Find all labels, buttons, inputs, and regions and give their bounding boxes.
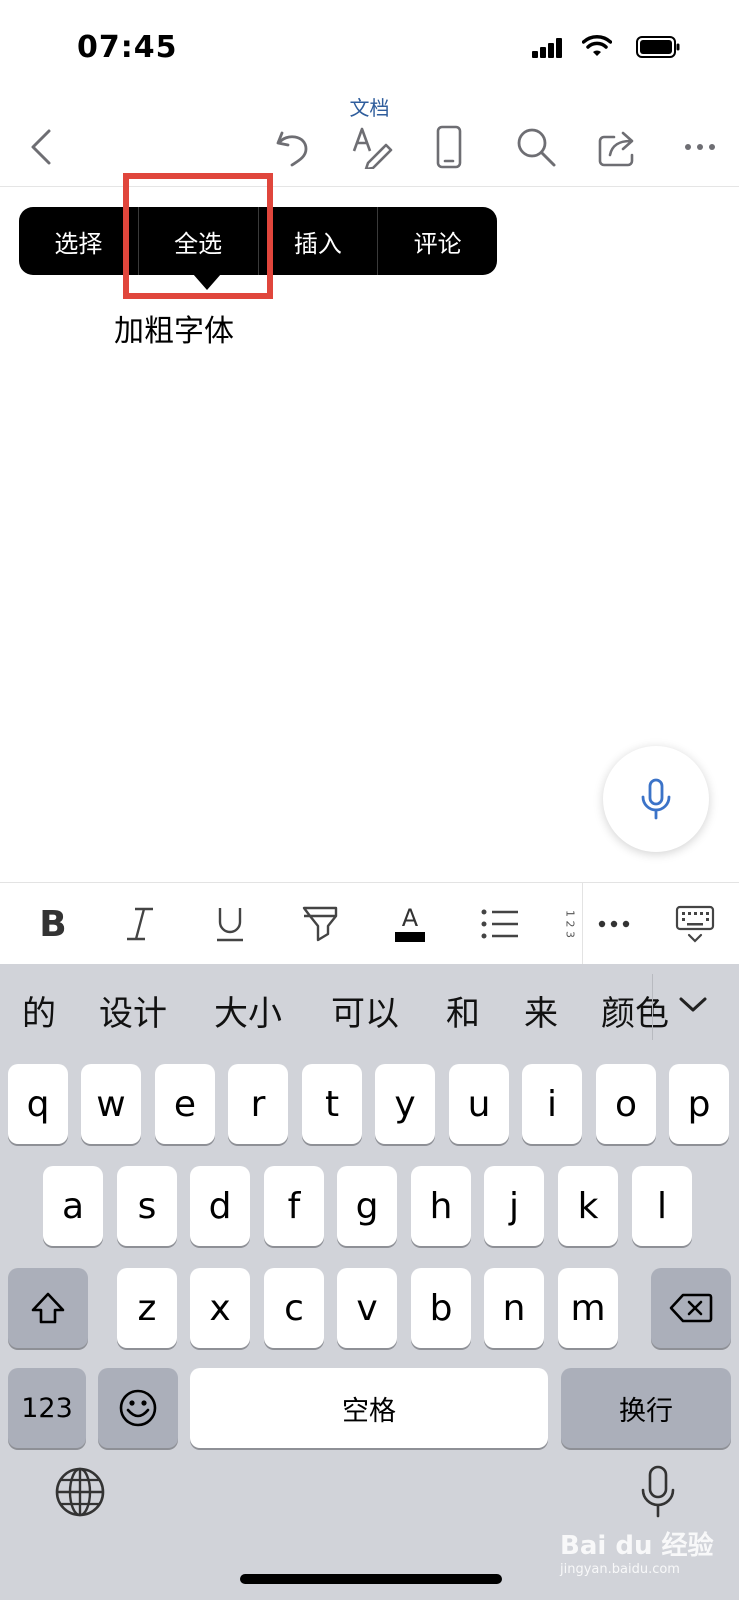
- key-v[interactable]: v: [337, 1268, 397, 1348]
- key-o[interactable]: o: [596, 1064, 656, 1144]
- context-insert[interactable]: 插入: [259, 207, 379, 275]
- key-i[interactable]: i: [522, 1064, 582, 1144]
- key-n[interactable]: n: [484, 1268, 544, 1348]
- font-color-button[interactable]: A: [385, 883, 435, 965]
- formatting-toolbar: B A 1 2 3: [0, 882, 739, 965]
- key-y[interactable]: y: [375, 1064, 435, 1144]
- candidate-word[interactable]: 大小: [214, 986, 282, 1035]
- baidu-watermark: Bai du 经验 jingyan.baidu.com: [560, 1525, 714, 1577]
- key-p[interactable]: p: [669, 1064, 729, 1144]
- annotation-highlight-box: [123, 173, 273, 299]
- more-dots-icon: [598, 920, 630, 928]
- return-key[interactable]: 换行: [561, 1368, 731, 1448]
- document-body-text[interactable]: 加粗字体: [114, 306, 234, 350]
- font-color-letter: A: [401, 904, 419, 932]
- key-c[interactable]: c: [264, 1268, 324, 1348]
- space-key[interactable]: 空格: [190, 1368, 548, 1448]
- key-x[interactable]: x: [190, 1268, 250, 1348]
- emoji-key[interactable]: [98, 1368, 178, 1448]
- candidate-word[interactable]: 颜色: [601, 986, 669, 1035]
- context-select[interactable]: 选择: [19, 207, 139, 275]
- candidate-expand-button[interactable]: [668, 980, 718, 1030]
- key-e[interactable]: e: [155, 1064, 215, 1144]
- status-time: 07:45: [77, 30, 178, 65]
- numbers-key[interactable]: 123: [8, 1368, 86, 1448]
- underline-button[interactable]: [205, 883, 255, 965]
- bold-button[interactable]: B: [28, 883, 78, 965]
- key-l[interactable]: l: [632, 1166, 692, 1246]
- key-j[interactable]: j: [484, 1166, 544, 1246]
- toolbar-divider: [582, 883, 583, 965]
- chevron-down-icon: [679, 997, 707, 1012]
- cellular-signal-icon: [532, 38, 562, 58]
- key-s[interactable]: s: [117, 1166, 177, 1246]
- microphone-icon: [641, 778, 671, 820]
- italic-icon: [127, 907, 153, 941]
- candidate-bar: 的 设计 大小 可以 和 来 颜色: [0, 964, 739, 1050]
- key-h[interactable]: h: [411, 1166, 471, 1246]
- key-b[interactable]: b: [411, 1268, 471, 1348]
- delete-key[interactable]: [651, 1268, 731, 1348]
- globe-icon[interactable]: [54, 1466, 106, 1518]
- key-a[interactable]: a: [43, 1166, 103, 1246]
- candidate-word[interactable]: 的: [22, 986, 56, 1035]
- candidate-word[interactable]: 可以: [331, 986, 399, 1035]
- wifi-icon: [582, 35, 612, 56]
- keyboard-dismiss-icon: [675, 905, 715, 943]
- candidate-word[interactable]: 和: [446, 986, 480, 1035]
- search-icon[interactable]: [514, 125, 558, 169]
- context-comment[interactable]: 评论: [378, 207, 497, 275]
- candidate-divider: [652, 974, 653, 1040]
- highlighter-button[interactable]: [295, 883, 345, 965]
- dictation-button[interactable]: [603, 746, 709, 852]
- keyboard: 的 设计 大小 可以 和 来 颜色 q w e r t y u i o p a …: [0, 964, 739, 1600]
- back-chevron-icon[interactable]: [22, 125, 66, 169]
- key-z[interactable]: z: [117, 1268, 177, 1348]
- key-r[interactable]: r: [228, 1064, 288, 1144]
- bullet-list-button[interactable]: [475, 883, 525, 965]
- document-title: 文档: [349, 96, 390, 120]
- font-color-swatch: [395, 932, 425, 942]
- shift-arrow-icon: [31, 1292, 65, 1324]
- undo-icon[interactable]: [272, 125, 316, 169]
- key-w[interactable]: w: [81, 1064, 141, 1144]
- watermark-brand: Bai du 经验: [560, 1531, 714, 1561]
- nav-divider: [0, 186, 739, 187]
- battery-icon: [636, 36, 680, 58]
- key-t[interactable]: t: [302, 1064, 362, 1144]
- share-icon[interactable]: [596, 125, 640, 169]
- key-d[interactable]: d: [190, 1166, 250, 1246]
- key-u[interactable]: u: [449, 1064, 509, 1144]
- numbered-list-button[interactable]: 1 2 3: [560, 883, 580, 965]
- emoji-smiley-icon: [119, 1389, 157, 1427]
- key-f[interactable]: f: [264, 1166, 324, 1246]
- more-options-icon[interactable]: [680, 125, 724, 169]
- key-q[interactable]: q: [8, 1064, 68, 1144]
- bullet-list-icon: [481, 909, 518, 939]
- key-m[interactable]: m: [558, 1268, 618, 1348]
- more-format-button[interactable]: [594, 883, 634, 965]
- shift-key[interactable]: [8, 1268, 88, 1348]
- backspace-icon: [669, 1293, 713, 1323]
- italic-button[interactable]: [115, 883, 165, 965]
- draw-pen-icon[interactable]: [350, 125, 394, 169]
- key-k[interactable]: k: [558, 1166, 618, 1246]
- highlighter-icon: [302, 906, 338, 942]
- underline-icon: [217, 908, 243, 942]
- candidate-word[interactable]: 设计: [99, 986, 167, 1035]
- hide-keyboard-button[interactable]: [670, 883, 720, 965]
- home-indicator[interactable]: [240, 1574, 502, 1584]
- key-g[interactable]: g: [337, 1166, 397, 1246]
- candidate-word[interactable]: 来: [524, 986, 558, 1035]
- mobile-view-icon[interactable]: [427, 125, 471, 169]
- keyboard-microphone-icon[interactable]: [640, 1464, 676, 1520]
- watermark-url: jingyan.baidu.com: [560, 1562, 680, 1577]
